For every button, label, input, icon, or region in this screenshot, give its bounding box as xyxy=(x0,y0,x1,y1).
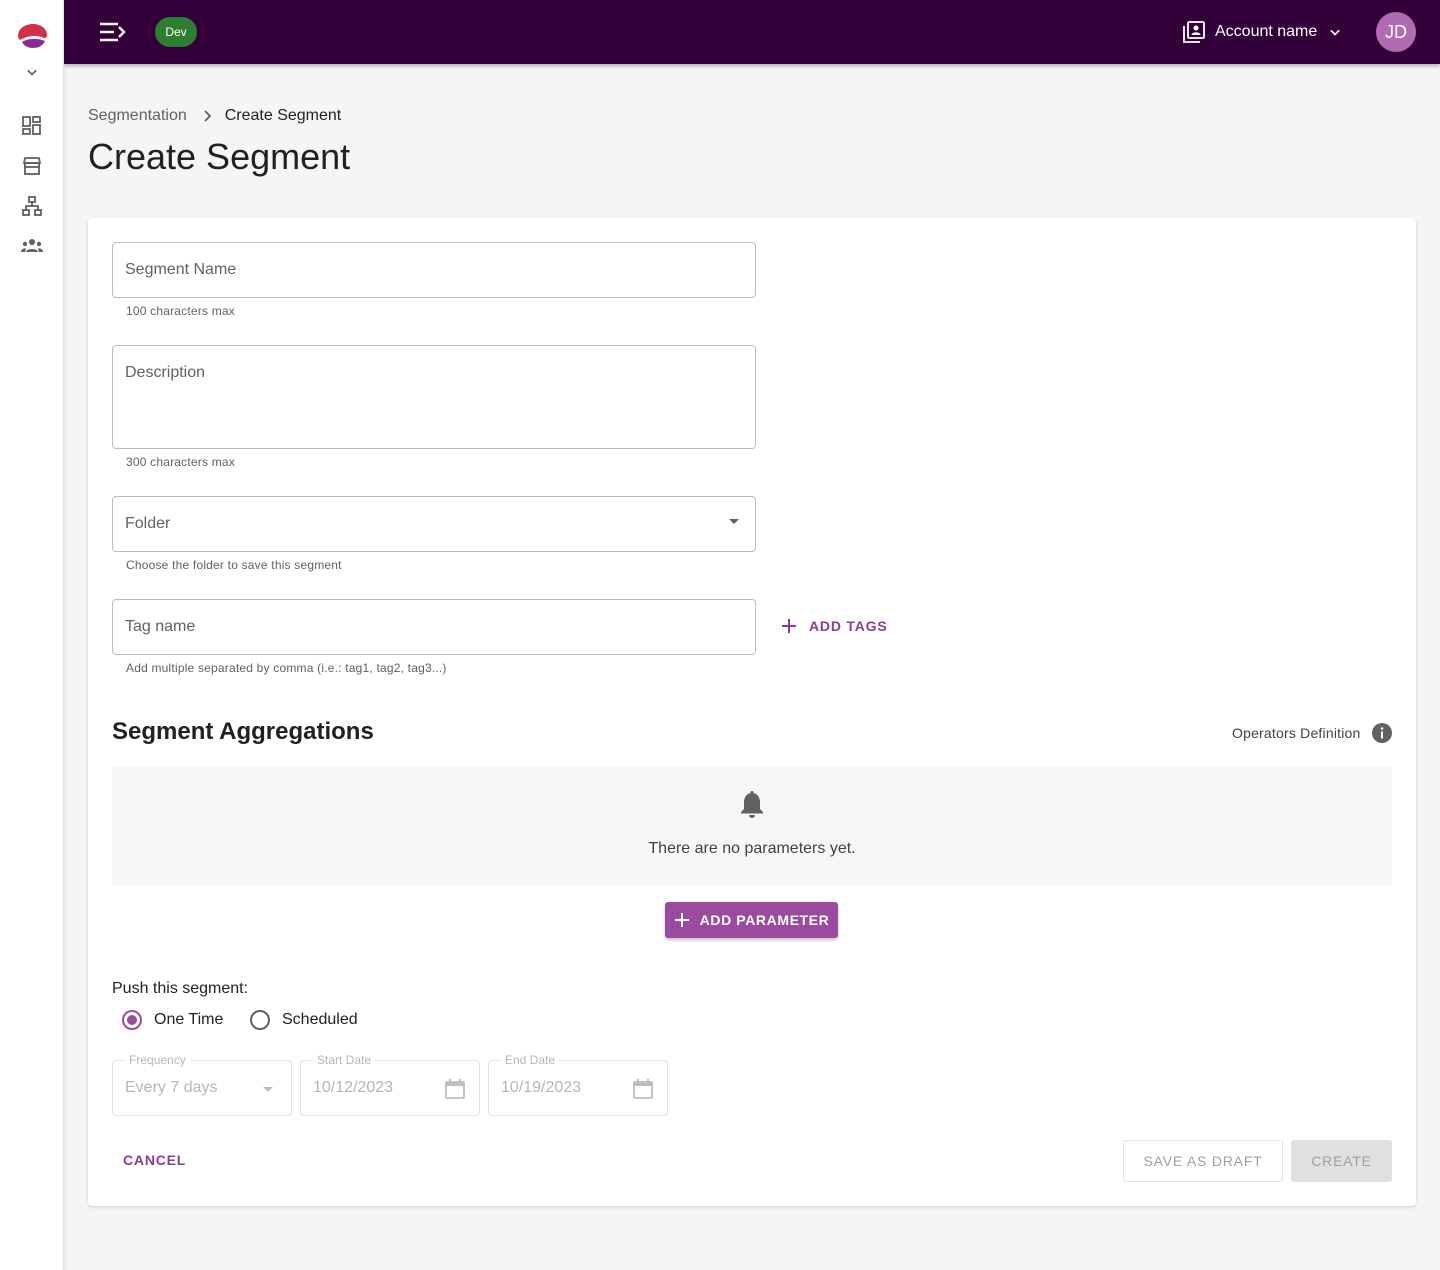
groups-icon xyxy=(21,239,43,252)
description-placeholder: Description xyxy=(125,364,206,381)
operators-definition-link[interactable]: Operators Definition xyxy=(1232,722,1393,744)
avatar[interactable]: JD xyxy=(1376,12,1416,52)
end-date-field: End Date 10/19/2023 xyxy=(488,1053,668,1116)
frequency-select: Frequency Every 7 days xyxy=(112,1053,292,1116)
chevron-down-icon[interactable] xyxy=(22,62,42,82)
environment-badge: Dev xyxy=(155,17,197,47)
side-rail xyxy=(0,0,64,1270)
page-title: Create Segment xyxy=(88,136,351,177)
segment-aggregations-title: Segment Aggregations xyxy=(112,718,374,745)
cancel-button[interactable]: CANCEL xyxy=(112,1140,197,1180)
sidebar-item-dashboard[interactable] xyxy=(20,114,44,138)
add-tags-button[interactable]: ADD TAGS xyxy=(780,614,887,638)
bell-icon xyxy=(741,791,763,818)
sidebar-item-store[interactable] xyxy=(20,154,44,178)
radio-scheduled-label: Scheduled xyxy=(282,1011,358,1028)
account-name: Account name xyxy=(1215,23,1318,40)
menu-open-icon[interactable] xyxy=(98,18,128,46)
create-segment-card: Segment Name 100 characters max Descript… xyxy=(88,218,1416,1206)
radio-unchecked-icon xyxy=(250,1010,270,1030)
start-date-field: Start Date 10/12/2023 xyxy=(300,1053,480,1116)
chevron-right-icon xyxy=(204,110,212,122)
empty-state-text: There are no parameters yet. xyxy=(648,840,856,857)
breadcrumb-link-segmentation[interactable]: Segmentation xyxy=(88,107,187,125)
brand-logo-icon[interactable] xyxy=(16,22,48,50)
create-button[interactable]: CREATE xyxy=(1291,1140,1392,1182)
segment-name-placeholder: Segment Name xyxy=(125,261,237,278)
calendar-icon xyxy=(445,1079,465,1099)
folder-helper: Choose the folder to save this segment xyxy=(126,558,342,572)
dropdown-arrow-icon xyxy=(729,519,739,524)
top-app-bar: Dev Account name JD xyxy=(64,0,1440,64)
calendar-icon xyxy=(633,1079,653,1099)
push-segment-label: Push this segment: xyxy=(112,980,249,997)
folder-select[interactable]: Folder xyxy=(112,496,756,552)
radio-one-time[interactable]: One Time xyxy=(122,1010,223,1030)
plus-icon xyxy=(674,913,689,927)
frequency-value: Every 7 days xyxy=(125,1079,218,1096)
segment-name-field[interactable]: Segment Name xyxy=(112,242,756,298)
store-icon xyxy=(22,157,42,175)
operators-definition-label: Operators Definition xyxy=(1232,725,1361,741)
sidebar-item-groups[interactable] xyxy=(20,234,44,258)
add-parameter-button[interactable]: ADD PARAMETER xyxy=(665,902,838,938)
info-icon xyxy=(1371,723,1392,743)
end-date-label: End Date xyxy=(501,1053,560,1067)
add-parameter-label: ADD PARAMETER xyxy=(699,912,830,928)
breadcrumb: Segmentation Create Segment xyxy=(88,104,341,128)
frequency-label: Frequency xyxy=(125,1053,190,1067)
tag-name-placeholder: Tag name xyxy=(125,618,196,635)
dashboard-icon xyxy=(22,116,41,135)
parameters-empty-state: There are no parameters yet. xyxy=(112,766,1392,886)
account-box-icon xyxy=(1183,21,1205,43)
folder-placeholder: Folder xyxy=(125,515,171,532)
save-as-draft-button[interactable]: SAVE AS DRAFT xyxy=(1123,1140,1283,1182)
description-helper: 300 characters max xyxy=(126,455,235,469)
radio-checked-icon xyxy=(122,1010,142,1030)
tag-name-helper: Add multiple separated by comma (i.e.: t… xyxy=(126,661,447,675)
sidebar-item-hierarchy[interactable] xyxy=(20,194,44,218)
start-date-value: 10/12/2023 xyxy=(313,1079,394,1096)
segment-name-helper: 100 characters max xyxy=(126,304,235,318)
end-date-value: 10/19/2023 xyxy=(501,1079,582,1096)
radio-scheduled[interactable]: Scheduled xyxy=(250,1010,358,1030)
add-tags-label: ADD TAGS xyxy=(809,618,888,634)
hierarchy-icon xyxy=(22,196,42,216)
breadcrumb-current: Create Segment xyxy=(224,107,342,124)
dropdown-arrow-icon xyxy=(263,1087,273,1092)
description-field[interactable]: Description xyxy=(112,345,756,449)
account-switcher[interactable]: Account name xyxy=(1182,18,1345,46)
chevron-down-icon xyxy=(1330,29,1341,36)
radio-one-time-label: One Time xyxy=(154,1011,224,1028)
tag-name-field[interactable]: Tag name xyxy=(112,599,756,655)
plus-icon xyxy=(782,619,796,633)
start-date-label: Start Date xyxy=(313,1053,376,1067)
